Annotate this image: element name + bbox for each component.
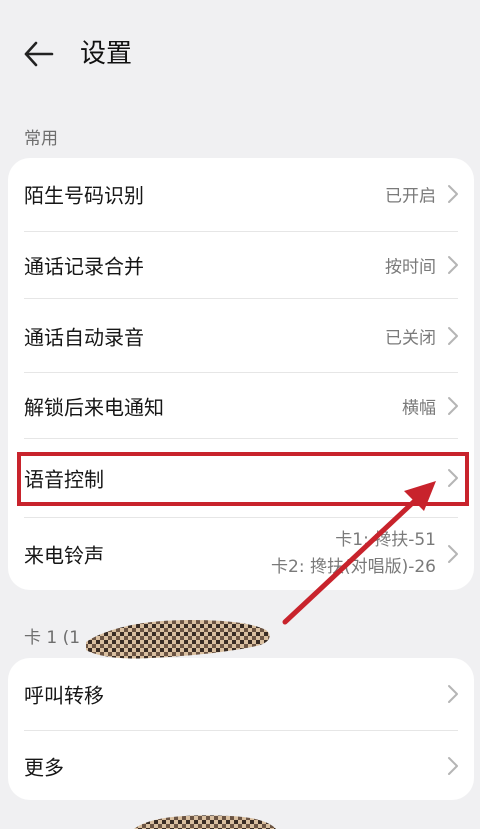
row-voice-control[interactable]: 语音控制 xyxy=(8,439,474,517)
row-value: 已开启 xyxy=(385,186,436,207)
page-title: 设置 xyxy=(80,39,133,69)
chevron-right-icon xyxy=(448,545,458,563)
chevron-right-icon xyxy=(448,469,458,487)
card1-settings-card: 呼叫转移 更多 xyxy=(8,658,474,800)
row-label: 更多 xyxy=(24,755,64,779)
chevron-right-icon xyxy=(448,185,458,203)
row-value: 按时间 xyxy=(385,257,436,278)
row-label: 呼叫转移 xyxy=(24,683,104,708)
row-auto-call-recording[interactable]: 通话自动录音 已关闭 xyxy=(8,299,474,372)
row-value: 横幅 xyxy=(402,398,436,418)
row-value: 已关闭 xyxy=(385,328,436,348)
row-label: 语音控制 xyxy=(24,467,104,492)
row-more[interactable]: 更多 xyxy=(8,731,474,800)
row-unlock-call-notification[interactable]: 解锁后来电通知 横幅 xyxy=(8,373,474,438)
chevron-right-icon xyxy=(448,685,458,703)
chevron-right-icon xyxy=(448,256,458,274)
ringtone-sim1: 卡1: 搀扶-51 xyxy=(335,530,436,550)
row-call-forwarding[interactable]: 呼叫转移 xyxy=(8,658,474,730)
row-label: 陌生号码识别 xyxy=(24,183,144,208)
ringtone-sim2: 卡2: 搀扶(对唱版)-26 xyxy=(271,557,436,577)
section-label-card1: 卡 1 (1 xyxy=(24,628,81,648)
row-value: 卡1: 搀扶-51 卡2: 搀扶(对唱版)-26 xyxy=(271,527,436,581)
common-settings-card: 陌生号码识别 已开启 通话记录合并 按时间 通话自动录音 已关闭 解锁后来电通知… xyxy=(8,158,474,590)
chevron-right-icon xyxy=(448,326,458,345)
row-unknown-number-identification[interactable]: 陌生号码识别 已开启 xyxy=(8,158,474,230)
row-label: 来电铃声 xyxy=(24,543,104,568)
header: 设置 xyxy=(0,0,480,100)
row-label: 解锁后来电通知 xyxy=(24,395,164,419)
row-call-log-merge[interactable]: 通话记录合并 按时间 xyxy=(8,232,474,298)
chevron-right-icon xyxy=(448,756,458,775)
row-ringtone[interactable]: 来电铃声 卡1: 搀扶-51 卡2: 搀扶(对唱版)-26 xyxy=(8,518,474,590)
section-label-common: 常用 xyxy=(24,129,58,149)
chevron-right-icon xyxy=(448,396,458,415)
back-button[interactable] xyxy=(20,34,60,74)
row-label: 通话自动录音 xyxy=(24,325,144,349)
arrow-left-icon xyxy=(24,41,54,67)
redaction-scribble-bottom xyxy=(134,815,276,829)
row-label: 通话记录合并 xyxy=(24,254,144,279)
